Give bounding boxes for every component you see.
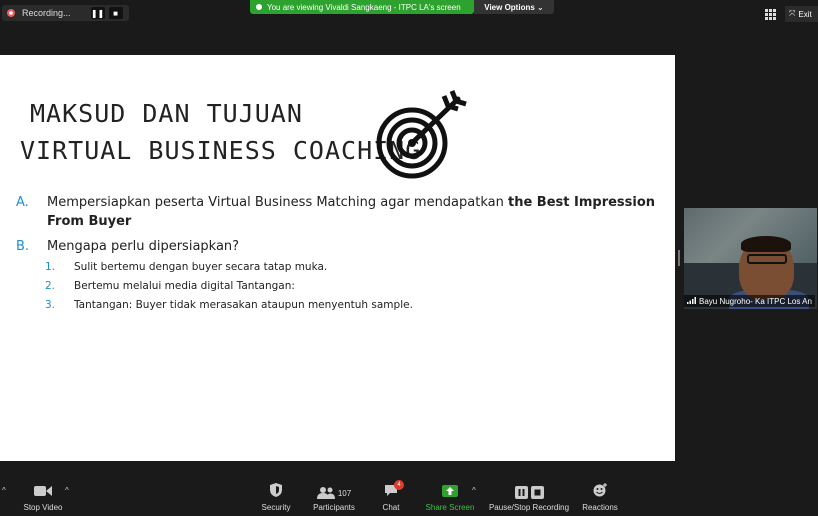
- pause-recording-button[interactable]: ❚❚: [90, 7, 105, 19]
- viewing-banner: You are viewing Vivaldi Sangkaeng - ITPC…: [250, 0, 474, 14]
- view-options-button[interactable]: View Options ⌄: [474, 0, 554, 14]
- exit-fullscreen-icon: ⤧: [789, 9, 796, 18]
- pause-stop-recording-label: Pause/Stop Recording: [488, 503, 570, 512]
- sub-list-marker: 1.: [45, 261, 56, 273]
- participants-count: 107: [337, 488, 352, 498]
- pause-stop-icon: [514, 486, 544, 499]
- security-button[interactable]: Security: [256, 470, 296, 516]
- signal-strength-icon: [687, 296, 696, 306]
- video-camera-icon: [34, 485, 52, 499]
- sub-list-item: 2. Bertemu melalui media digital Tantang…: [16, 277, 656, 296]
- participant-name: Bayu Nugroho- Ka ITPC Los An: [699, 296, 812, 306]
- status-dot-icon: [256, 4, 262, 10]
- audio-options-caret-icon[interactable]: ^: [2, 486, 6, 495]
- sub-list-item: 3. Tantangan: Buyer tidak merasakan atau…: [16, 296, 656, 315]
- list-marker: A.: [16, 195, 29, 210]
- list-marker: B.: [16, 239, 30, 254]
- sub-list-text: Bertemu melalui media digital Tantangan:: [74, 280, 295, 292]
- item-b-text: Mengapa perlu dipersiapkan?: [47, 239, 240, 254]
- view-options-label: View Options: [484, 2, 535, 12]
- stop-recording-button[interactable]: ■: [108, 7, 123, 19]
- share-options-caret-icon[interactable]: ^: [472, 486, 476, 495]
- recording-indicator[interactable]: Recording... ❚❚ ■: [2, 5, 129, 21]
- chat-badge: 4: [394, 480, 404, 490]
- participant-glasses: [747, 254, 787, 264]
- stop-video-label: Stop Video: [23, 503, 63, 512]
- sub-list-text: Sulit bertemu dengan buyer secara tatap …: [74, 261, 328, 273]
- participants-button[interactable]: 107 Participants: [309, 470, 359, 516]
- share-screen-label: Share Screen: [425, 503, 475, 512]
- participants-label: Participants: [313, 503, 355, 512]
- list-item-b: B. Mengapa perlu dipersiapkan?: [16, 237, 656, 256]
- slide-content: A. Mempersiapkan peserta Virtual Busines…: [16, 193, 656, 315]
- participants-icon: 107: [316, 487, 352, 499]
- list-item-text: Mempersiapkan peserta Virtual Business M…: [47, 193, 656, 231]
- item-a-text: Mempersiapkan peserta Virtual Business M…: [47, 195, 508, 210]
- participant-hair: [741, 236, 791, 252]
- sub-list-marker: 2.: [45, 280, 56, 292]
- shared-screen-slide: MAKSUD DAN TUJUAN VIRTUAL BUSINESS COACH…: [0, 55, 675, 461]
- chat-button[interactable]: 4 Chat: [377, 470, 405, 516]
- slide-title: MAKSUD DAN TUJUAN VIRTUAL BUSINESS COACH…: [20, 95, 421, 169]
- sub-list-item: 1. Sulit bertemu dengan buyer secara tat…: [16, 258, 656, 277]
- security-label: Security: [261, 503, 291, 512]
- pause-stop-recording-button[interactable]: Pause/Stop Recording: [486, 470, 572, 516]
- video-options-caret-icon[interactable]: ^: [65, 486, 69, 495]
- viewing-banner-text: You are viewing Vivaldi Sangkaeng - ITPC…: [267, 2, 461, 12]
- exit-fullscreen-button[interactable]: ⤧ Exit: [785, 6, 818, 22]
- gallery-view-icon[interactable]: [765, 9, 776, 20]
- chat-bubble-icon: 4: [384, 480, 404, 499]
- share-screen-icon: [442, 485, 458, 499]
- meeting-toolbar: ^ Stop Video ^ Security 107 Participants…: [0, 470, 818, 516]
- reactions-label: Reactions: [582, 503, 618, 512]
- sub-list-marker: 3.: [45, 299, 56, 311]
- shield-icon: [270, 483, 282, 499]
- stop-video-button[interactable]: Stop Video: [22, 470, 64, 516]
- share-screen-button[interactable]: Share Screen: [424, 470, 476, 516]
- list-item-a: A. Mempersiapkan peserta Virtual Busines…: [16, 193, 656, 231]
- exit-label: Exit: [798, 9, 812, 19]
- panel-resize-handle[interactable]: [678, 250, 680, 266]
- chat-label: Chat: [382, 503, 400, 512]
- slide-title-line2: VIRTUAL BUSINESS COACHING: [20, 136, 422, 165]
- cloud-recording-icon: [6, 8, 16, 18]
- recording-label: Recording...: [22, 8, 71, 18]
- sub-list-text: Tantangan: Buyer tidak merasakan ataupun…: [74, 299, 413, 311]
- participant-video-tile[interactable]: Bayu Nugroho- Ka ITPC Los An: [683, 207, 818, 310]
- target-arrow-icon: [376, 90, 467, 179]
- chevron-down-icon: ⌄: [537, 2, 544, 12]
- slide-title-line1: MAKSUD DAN TUJUAN: [30, 99, 303, 128]
- emoji-add-icon: [593, 483, 608, 499]
- participant-name-label: Bayu Nugroho- Ka ITPC Los An: [684, 295, 815, 307]
- reactions-button[interactable]: Reactions: [580, 470, 620, 516]
